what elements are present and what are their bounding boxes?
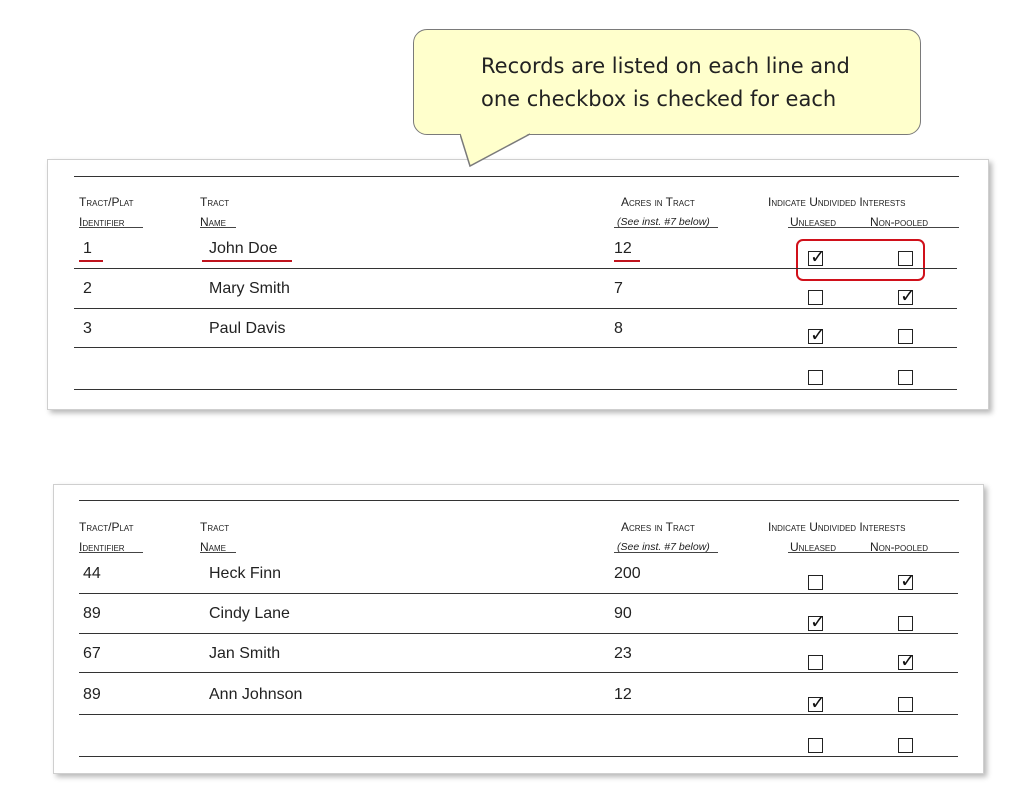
- header-underline: [614, 552, 718, 553]
- check-mark-icon: ✓: [810, 611, 826, 633]
- tract-name: Paul Davis: [209, 320, 286, 337]
- callout-line-1: Records are listed on each line and: [481, 54, 850, 78]
- non-pooled-checkbox[interactable]: [898, 370, 913, 385]
- header-see-inst: (See inst. #7 below): [617, 216, 710, 228]
- row-divider: [74, 347, 957, 348]
- row-divider: [79, 672, 958, 673]
- tract-acres: 8: [614, 320, 623, 337]
- header-tract: Tract: [200, 520, 230, 534]
- header-underline: [788, 227, 959, 228]
- header-underline: [200, 552, 236, 553]
- non-pooled-checkbox[interactable]: [898, 329, 913, 344]
- header-underline: [79, 552, 143, 553]
- tract-acres: 200: [614, 565, 641, 582]
- check-mark-icon: ✓: [810, 692, 826, 714]
- header-non-pooled: Non-pooled: [870, 540, 929, 554]
- red-underline-id: [79, 260, 103, 262]
- header-indicate-undivided: Indicate Undivided Interests: [768, 195, 906, 209]
- header-tract-plat: Tract/Plat: [79, 520, 134, 534]
- tract-acres: 12: [614, 240, 632, 257]
- unleased-checkbox[interactable]: ✓: [808, 247, 826, 267]
- row-divider: [74, 268, 957, 269]
- check-mark-icon: ✓: [810, 246, 826, 268]
- non-pooled-checkbox[interactable]: ✓: [898, 651, 916, 671]
- header-identifier: Identifier: [79, 540, 125, 554]
- tract-id: 44: [83, 565, 101, 582]
- tract-name: Ann Johnson: [209, 686, 303, 703]
- non-pooled-checkbox[interactable]: ✓: [898, 571, 916, 591]
- header-indicate-undivided: Indicate Undivided Interests: [768, 520, 906, 534]
- tract-acres: 12: [614, 686, 632, 703]
- header-tract-plat: Tract/Plat: [79, 195, 134, 209]
- row-divider: [79, 593, 958, 594]
- tract-acres: 23: [614, 645, 632, 662]
- header-see-inst: (See inst. #7 below): [617, 541, 710, 553]
- header-underline: [200, 227, 236, 228]
- row-divider: [79, 714, 958, 715]
- header-underline: [788, 552, 959, 553]
- tract-acres: 7: [614, 280, 623, 297]
- form-panel-2: Tract/Plat Identifier Tract Name Acres i…: [53, 484, 984, 774]
- unleased-checkbox[interactable]: [808, 370, 823, 385]
- tract-name: Mary Smith: [209, 280, 290, 297]
- tract-id: 3: [83, 320, 92, 337]
- row-divider: [74, 389, 957, 390]
- header-underline: [614, 227, 718, 228]
- row-divider: [79, 756, 958, 757]
- check-mark-icon: ✓: [810, 324, 826, 346]
- callout-bubble: Records are listed on each line and one …: [413, 29, 921, 135]
- header-tract: Tract: [200, 195, 230, 209]
- tract-id: 89: [83, 605, 101, 622]
- top-rule: [74, 176, 959, 177]
- header-unleased: Unleased: [790, 540, 837, 554]
- unleased-checkbox[interactable]: [808, 290, 823, 305]
- tract-id: 2: [83, 280, 92, 297]
- header-acres-in-tract: Acres in Tract: [621, 520, 695, 534]
- check-mark-icon: ✓: [900, 650, 916, 672]
- header-name: Name: [200, 540, 227, 554]
- unleased-checkbox[interactable]: [808, 738, 823, 753]
- non-pooled-checkbox[interactable]: [898, 616, 913, 631]
- tract-name: Jan Smith: [209, 645, 281, 662]
- unleased-checkbox[interactable]: [808, 655, 823, 670]
- tract-name: Heck Finn: [209, 565, 282, 582]
- header-identifier: Identifier: [79, 215, 125, 229]
- top-rule: [79, 500, 959, 501]
- unleased-checkbox[interactable]: [808, 575, 823, 590]
- header-non-pooled: Non-pooled: [870, 215, 929, 229]
- header-underline: [79, 227, 143, 228]
- red-underline-acres: [614, 260, 640, 262]
- non-pooled-checkbox[interactable]: [898, 738, 913, 753]
- row-divider: [74, 308, 957, 309]
- tract-id: 1: [83, 240, 92, 257]
- callout-line-2: one checkbox is checked for each: [481, 87, 837, 111]
- non-pooled-checkbox[interactable]: [898, 697, 913, 712]
- tract-id: 89: [83, 686, 101, 703]
- check-mark-icon: ✓: [900, 285, 916, 307]
- callout-tail: [460, 133, 531, 168]
- non-pooled-checkbox[interactable]: ✓: [898, 286, 916, 306]
- header-acres-in-tract: Acres in Tract: [621, 195, 695, 209]
- unleased-checkbox[interactable]: ✓: [808, 612, 826, 632]
- tract-id: 67: [83, 645, 101, 662]
- header-name: Name: [200, 215, 227, 229]
- tract-name: Cindy Lane: [209, 605, 290, 622]
- unleased-checkbox[interactable]: ✓: [808, 325, 826, 345]
- non-pooled-checkbox[interactable]: [898, 251, 913, 266]
- red-underline-name: [202, 260, 292, 262]
- tract-name: John Doe: [209, 240, 278, 257]
- check-mark-icon: ✓: [900, 570, 916, 592]
- form-panel-1: Tract/Plat Identifier Tract Name Acres i…: [47, 159, 989, 410]
- header-unleased: Unleased: [790, 215, 837, 229]
- unleased-checkbox[interactable]: ✓: [808, 693, 826, 713]
- tract-acres: 90: [614, 605, 632, 622]
- row-divider: [79, 633, 958, 634]
